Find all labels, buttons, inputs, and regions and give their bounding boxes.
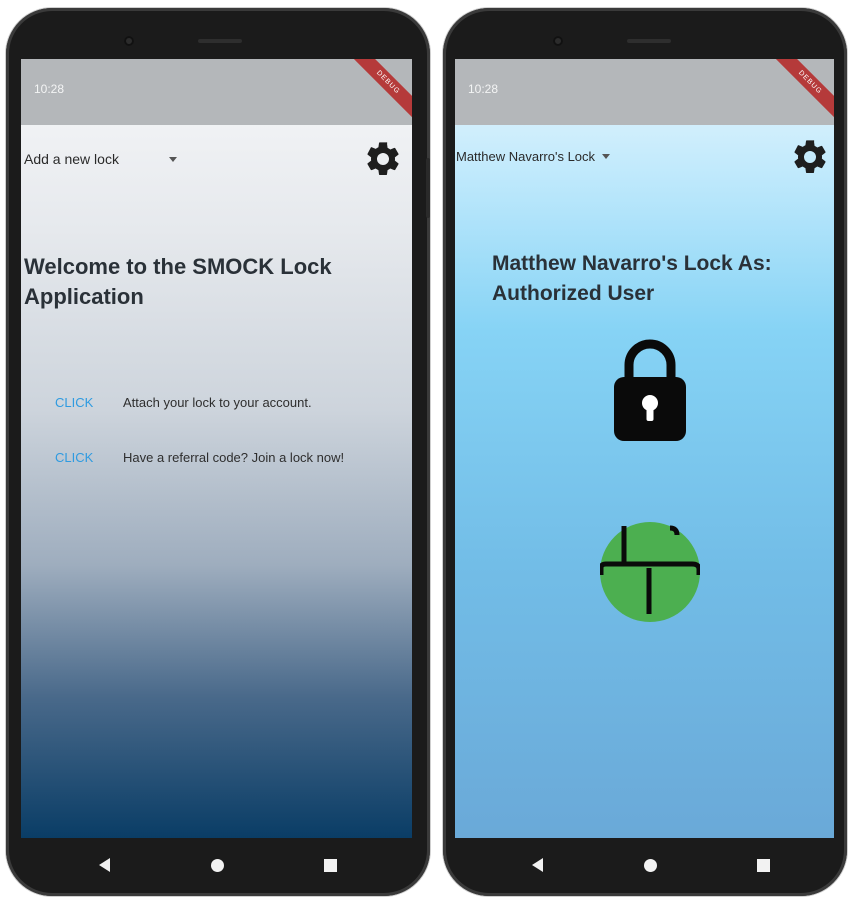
attach-lock-click-link[interactable]: CLICK [55,395,123,410]
app-bar: Add a new lock [21,125,412,189]
app-screen-home: 10:28 DEBUG Add a new lock Welcome to th… [21,59,412,838]
phone-frame-right: 10:28 DEBUG Matthew Navarro's Lock Matth… [443,8,847,896]
status-bar: 10:28 DEBUG [21,59,412,125]
referral-code-row: CLICK Have a referral code? Join a lock … [55,450,344,465]
app-screen-lock: 10:28 DEBUG Matthew Navarro's Lock Matth… [455,59,834,838]
recents-square-icon[interactable] [753,855,773,875]
earpiece-speaker [627,39,671,43]
lock-selector-dropdown[interactable]: Add a new lock [24,151,177,167]
status-bar: 10:28 DEBUG [455,59,834,125]
front-camera [124,36,134,46]
app-bar: Matthew Navarro's Lock [455,125,834,189]
system-nav-bar [443,838,847,896]
lock-heading: Matthew Navarro's Lock As: Authorized Us… [492,252,772,305]
unlock-toggle-icon[interactable] [600,522,700,622]
phone-frame-left: 10:28 DEBUG Add a new lock Welcome to th… [6,8,430,896]
recents-square-icon[interactable] [320,855,340,875]
earpiece-speaker [198,39,242,43]
attach-lock-row: CLICK Attach your lock to your account. [55,395,312,410]
front-camera [553,36,563,46]
back-triangle-icon[interactable] [94,855,114,875]
back-triangle-icon[interactable] [527,855,547,875]
dropdown-selected-value: Matthew Navarro's Lock [456,149,596,164]
system-nav-bar [6,838,430,896]
home-circle-icon[interactable] [207,855,227,875]
status-time: 10:28 [34,82,65,96]
side-button[interactable] [426,158,430,218]
welcome-heading: Welcome to the SMOCK Lock Application [24,254,332,309]
status-time: 10:28 [468,82,499,96]
lock-selector-dropdown[interactable]: Matthew Navarro's Lock [456,149,611,164]
dropdown-selected-value: Add a new lock [24,151,119,167]
home-circle-icon[interactable] [640,855,660,875]
gear-icon[interactable] [790,137,830,177]
debug-banner: DEBUG [773,59,834,119]
attach-lock-text: Attach your lock to your account. [123,395,312,410]
gear-icon[interactable] [363,139,403,179]
phone-top-bezel [6,8,430,60]
referral-text: Have a referral code? Join a lock now! [123,450,345,465]
referral-click-link[interactable]: CLICK [55,450,123,465]
chevron-down-icon [602,154,611,159]
chevron-down-icon [168,156,177,162]
lock-closed-icon [614,339,686,441]
phone-top-bezel [443,8,847,60]
debug-banner: DEBUG [351,59,412,119]
